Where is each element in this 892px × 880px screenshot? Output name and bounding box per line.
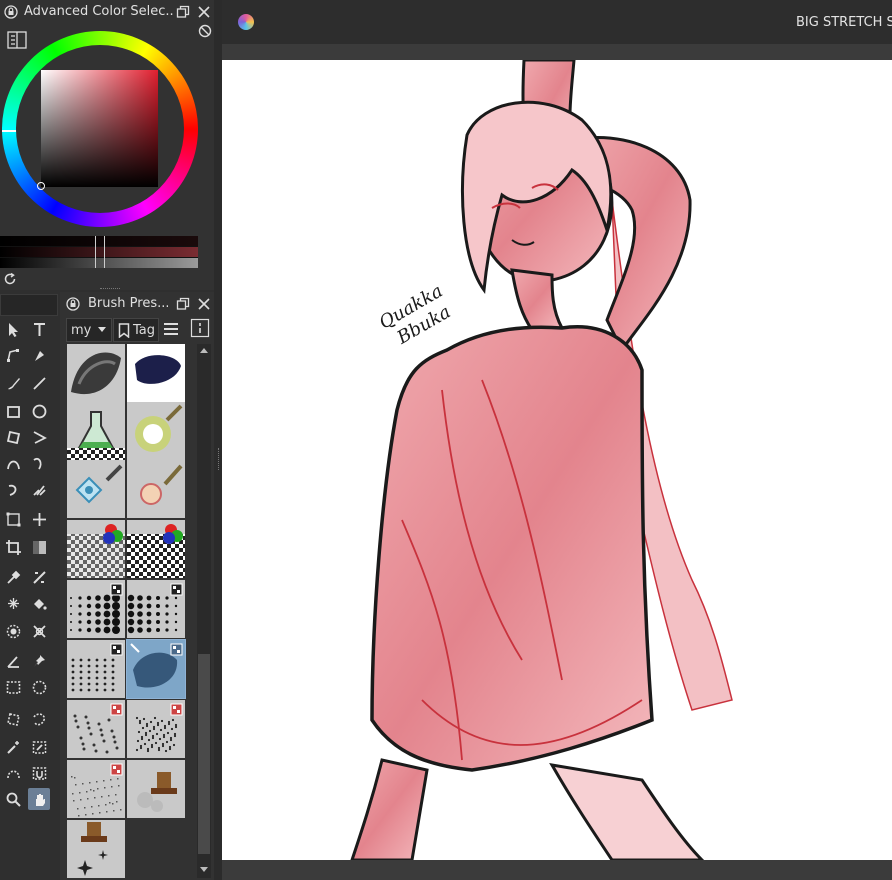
spray-preset[interactable] [67,700,125,758]
list-view-icon[interactable] [163,321,179,337]
magic-wand-icon[interactable] [2,736,24,758]
halftone-preset-2[interactable] [127,580,185,638]
tag-filter-value: my [71,322,92,338]
stamp-preset[interactable] [127,760,185,818]
lock-icon[interactable] [66,297,80,311]
fill-icon[interactable] [28,592,50,614]
bookmark-icon [118,322,130,339]
reference-icon[interactable] [28,650,50,672]
ink-blob-preset[interactable] [67,344,125,402]
color-panel-title: Advanced Color Selec... [24,4,174,19]
canvas[interactable]: Quakka Bbuka [222,60,892,860]
tag-button-label: Tag [133,322,156,338]
hue-marker [2,130,16,132]
freehand-brush-icon[interactable] [2,372,24,394]
magnetic-select-icon[interactable] [28,762,50,784]
float-icon[interactable] [176,297,190,311]
spray-dense-preset[interactable] [127,700,185,758]
tag-button[interactable]: Tag [113,318,159,342]
similar-select-icon[interactable] [28,736,50,758]
smart-patch-icon[interactable] [2,592,24,614]
circle-brush-preset[interactable] [127,460,185,518]
checker-rgb-preset-2[interactable] [127,520,185,578]
tag-filter-select[interactable]: my [66,318,112,342]
edit-shapes-icon[interactable] [2,344,24,366]
krita-icon [238,14,254,30]
color-selector-panel: Advanced Color Selec... [0,0,214,290]
text-icon[interactable] [28,318,50,340]
close-icon[interactable] [197,5,211,19]
ellipse-icon[interactable] [28,400,50,422]
canvas-area: BIG STRETCH S Quakka Bbuka [222,0,892,880]
document-tab-bar: BIG STRETCH S [222,0,892,44]
lock-icon[interactable] [4,5,18,19]
ink-dark-blue-preset[interactable] [127,344,185,402]
panel-options-icon[interactable] [190,318,210,338]
rectangle-icon[interactable] [2,400,24,422]
enclose-fill-icon[interactable] [2,620,24,642]
stars-preset[interactable] [67,820,125,878]
pan-icon[interactable] [28,788,50,810]
ring-preset[interactable] [127,402,185,460]
reset-icon[interactable] [198,24,212,38]
multibrush-icon[interactable] [28,478,50,500]
polyline-icon[interactable] [28,426,50,448]
crop-icon[interactable] [2,536,24,558]
select-shapes-icon[interactable] [2,318,24,340]
colorize-mask-icon[interactable] [28,566,50,588]
color-settings-icon[interactable] [7,31,27,49]
preset-scrollbar[interactable] [197,344,211,878]
zoom-icon[interactable] [2,788,24,810]
scroll-thumb[interactable] [198,654,210,854]
toolbox-header[interactable] [0,294,58,316]
brush-panel-title: Brush Pres... [88,296,168,311]
refresh-icon[interactable] [3,272,17,286]
close-icon[interactable] [197,297,211,311]
dock-splitter-vertical[interactable] [214,0,222,880]
grain-preset[interactable] [67,760,125,818]
document-tab-title[interactable]: BIG STRETCH S [796,15,892,30]
polygon-select-icon[interactable] [2,708,24,730]
artwork [350,60,733,860]
dynamic-brush-icon[interactable] [2,478,24,500]
color-panel-titlebar: Advanced Color Selec... [0,0,214,24]
color-picker-icon[interactable] [2,566,24,588]
bezier-select-icon[interactable] [2,762,24,784]
scroll-up-icon[interactable] [200,348,208,353]
freehand-path-icon[interactable] [28,452,50,474]
assistant-icon[interactable] [28,620,50,642]
flask-preset[interactable] [67,402,125,460]
float-icon[interactable] [176,5,190,19]
chevron-down-icon [98,327,106,332]
halftone-small-preset[interactable] [67,640,125,698]
sv-cursor [37,182,45,190]
freehand-select-icon[interactable] [28,708,50,730]
calligraphy-icon[interactable] [28,344,50,366]
bezier-icon[interactable] [2,452,24,474]
line-icon[interactable] [28,372,50,394]
diamond-preset[interactable] [67,460,125,518]
scroll-down-icon[interactable] [200,867,208,872]
texture-blue-preset[interactable] [126,639,186,699]
polygon-icon[interactable] [2,426,24,448]
transform-icon[interactable] [2,508,24,530]
measure-icon[interactable] [2,650,24,672]
gradient-icon[interactable] [28,536,50,558]
halftone-preset[interactable] [67,580,125,638]
move-icon[interactable] [28,508,50,530]
checker-rgb-preset[interactable] [67,520,125,578]
ellipse-select-icon[interactable] [28,676,50,698]
rect-select-icon[interactable] [2,676,24,698]
color-sliders[interactable] [0,236,198,268]
saturation-value-square[interactable] [41,70,158,187]
